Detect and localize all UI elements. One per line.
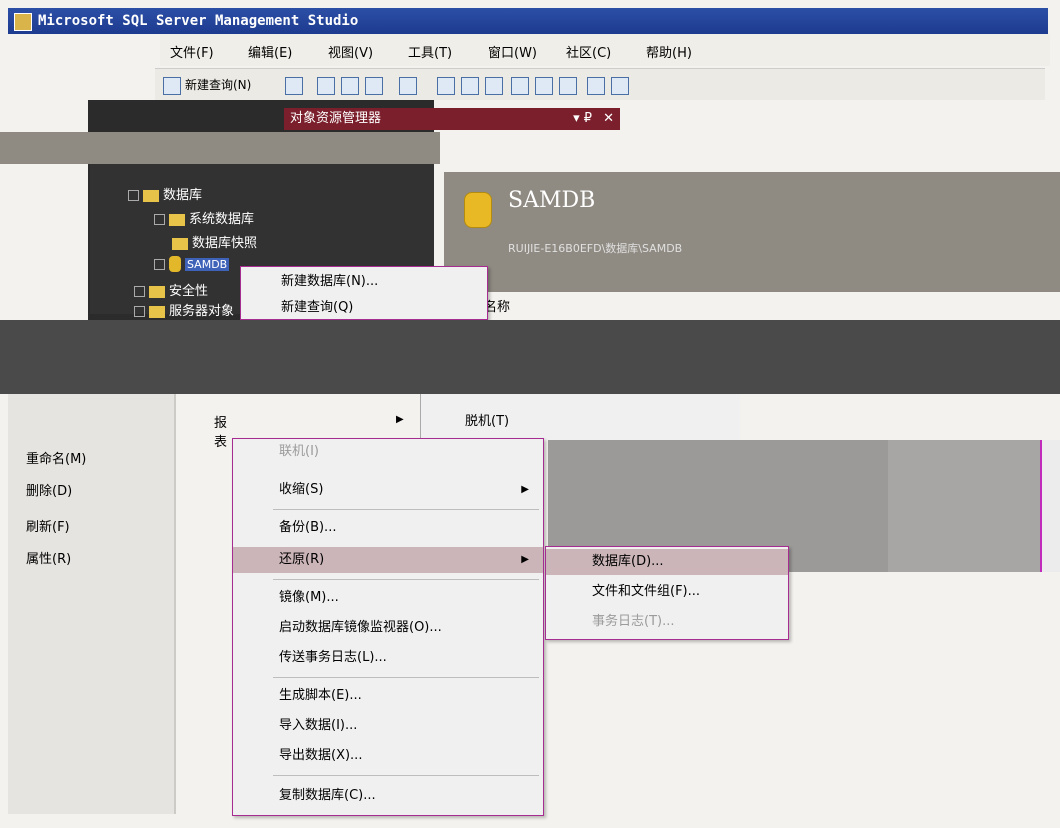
menu-help[interactable]: 帮助(H) <box>646 42 692 61</box>
submenu-arrow-icon: ▶ <box>521 554 529 565</box>
save-icon[interactable] <box>399 77 417 95</box>
menu-item-mirror-monitor[interactable]: 启动数据库镜像监视器(O)... <box>233 615 543 641</box>
background-band <box>0 320 1060 394</box>
menu-item-backup[interactable]: 备份(B)... <box>233 515 543 541</box>
menu-item-new-query[interactable]: 新建查询(Q) <box>241 295 487 321</box>
menu-item-online[interactable]: 联机(I) <box>233 439 543 465</box>
object-explorer-header: 对象资源管理器 ▾ ₽ ✕ <box>284 108 620 130</box>
menu-view[interactable]: 视图(V) <box>328 42 373 61</box>
expand-icon[interactable] <box>154 214 165 225</box>
toolbar: 新建查询(N) <box>155 68 1045 100</box>
restore-submenu: 数据库(D)... 文件和文件组(F)... 事务日志(T)... <box>545 546 789 640</box>
submenu-arrow-icon: ▶ <box>521 484 529 495</box>
context-menu-top: 新建数据库(N)... 新建查询(Q) <box>240 266 488 320</box>
menu-item-shrink[interactable]: 收缩(S) ▶ <box>233 477 543 503</box>
expand-icon[interactable] <box>154 258 165 270</box>
menu-community[interactable]: 社区(C) <box>566 42 611 61</box>
pin-icon[interactable]: ▾ ₽ <box>573 108 592 130</box>
menu-separator <box>273 579 539 580</box>
background-panel <box>1040 440 1060 572</box>
menu-window[interactable]: 窗口(W) <box>488 42 537 61</box>
menu-separator <box>273 677 539 678</box>
menu-item-restore-trans-log[interactable]: 事务日志(T)... <box>546 609 788 635</box>
toolbox-icon[interactable] <box>587 77 605 95</box>
folder-icon <box>149 285 165 298</box>
tasks-submenu: 联机(I) 收缩(S) ▶ 备份(B)... 还原(R) ▶ 镜像(M)... 启动… <box>232 438 544 816</box>
menu-item-label: 收缩(S) <box>279 482 324 497</box>
tree-node-label: 数据库 <box>163 188 203 203</box>
menu-separator <box>273 509 539 510</box>
object-explorer-icon[interactable] <box>511 77 529 95</box>
menu-item-restore[interactable]: 还原(R) ▶ <box>233 547 543 573</box>
menu-bar: 文件(F) 编辑(E) 视图(V) 工具(T) 窗口(W) 社区(C) 帮助(H… <box>160 34 1050 66</box>
summary-icon[interactable] <box>611 77 629 95</box>
registered-servers-icon[interactable] <box>485 77 503 95</box>
new-query-icon[interactable] <box>163 77 181 95</box>
tree-node-label: 系统数据库 <box>189 212 255 227</box>
properties-icon[interactable] <box>559 77 577 95</box>
menu-file[interactable]: 文件(F) <box>170 42 214 61</box>
menu-item-export-data[interactable]: 导出数据(X)... <box>233 743 543 769</box>
database-icon <box>169 256 181 272</box>
collapse-icon[interactable] <box>128 190 139 201</box>
background-panel <box>888 440 1040 572</box>
summary-pane: SAMDB RUIJIE-E16B0EFD\数据库\SAMDB <box>444 172 1060 292</box>
save-all-icon[interactable] <box>437 77 455 95</box>
tree-node-security[interactable]: 安全性 <box>134 280 208 299</box>
activity-icon[interactable] <box>461 77 479 95</box>
expand-icon[interactable] <box>134 306 145 317</box>
tree-node-label: 服务器对象 <box>169 304 235 319</box>
folder-icon <box>143 189 159 202</box>
app-icon <box>14 13 32 31</box>
menu-item-properties[interactable]: 属性(R) <box>26 548 71 567</box>
submenu-arrow-icon: ▶ <box>396 414 404 425</box>
tree-node-label: 数据库快照 <box>192 236 258 251</box>
tree-node-server-objects[interactable]: 服务器对象 <box>134 300 234 319</box>
menu-item-refresh[interactable]: 刷新(F) <box>26 516 70 535</box>
menu-item-generate-scripts[interactable]: 生成脚本(E)... <box>233 683 543 709</box>
menu-item-new-database[interactable]: 新建数据库(N)... <box>241 269 487 295</box>
bmp-icon[interactable] <box>341 77 359 95</box>
folder-icon <box>149 305 165 318</box>
menu-item-label: 还原(R) <box>279 552 325 567</box>
summary-path: RUIJIE-E16B0EFD\数据库\SAMDB <box>508 242 683 255</box>
template-icon[interactable] <box>535 77 553 95</box>
db-query-icon[interactable] <box>317 77 335 95</box>
window-title: Microsoft SQL Server Management Studio <box>38 13 359 29</box>
menu-tools[interactable]: 工具(T) <box>408 42 452 61</box>
new-query-button[interactable]: 新建查询(N) <box>185 76 251 93</box>
menu-item-log-shipping[interactable]: 传送事务日志(L)... <box>233 645 543 671</box>
tree-node-samdb[interactable]: SAMDB <box>154 256 230 272</box>
menu-item-copy-database[interactable]: 复制数据库(C)... <box>233 783 543 809</box>
database-context-menu: 报表 ▶ 重命名(M) 删除(D) 刷新(F) 属性(R) <box>8 394 404 814</box>
menu-item-restore-database[interactable]: 数据库(D)... <box>546 549 788 575</box>
menu-item-reports[interactable]: 报表 <box>214 412 227 450</box>
open-icon[interactable] <box>365 77 383 95</box>
menu-edit[interactable]: 编辑(E) <box>248 42 292 61</box>
menu-item-delete[interactable]: 删除(D) <box>26 480 72 499</box>
tree-node-system-databases[interactable]: 系统数据库 <box>154 208 254 227</box>
menu-item-rename[interactable]: 重命名(M) <box>26 448 86 467</box>
tree-node-label: SAMDB <box>185 257 230 271</box>
summary-title: SAMDB <box>508 188 596 213</box>
tree-node-snapshots[interactable]: 数据库快照 <box>172 232 257 251</box>
folder-icon <box>169 213 185 226</box>
menu-item-mirror[interactable]: 镜像(M)... <box>233 585 543 611</box>
title-bar: Microsoft SQL Server Management Studio <box>8 8 1048 34</box>
tree-node-databases[interactable]: 数据库 <box>128 184 202 203</box>
menu-separator <box>273 775 539 776</box>
document-icon[interactable] <box>285 77 303 95</box>
close-icon[interactable]: ✕ <box>603 108 614 130</box>
database-icon <box>464 192 492 228</box>
expand-icon[interactable] <box>134 286 145 297</box>
menu-item-import-data[interactable]: 导入数据(I)... <box>233 713 543 739</box>
menu-item-offline[interactable]: 脱机(T) <box>465 410 509 429</box>
tree-node-label: 安全性 <box>169 284 209 299</box>
folder-icon <box>172 237 188 250</box>
tasks-header: 脱机(T) <box>420 394 740 440</box>
object-explorer-toolbar <box>0 132 440 164</box>
menu-item-restore-files[interactable]: 文件和文件组(F)... <box>546 579 788 605</box>
object-explorer-title: 对象资源管理器 <box>290 111 382 126</box>
